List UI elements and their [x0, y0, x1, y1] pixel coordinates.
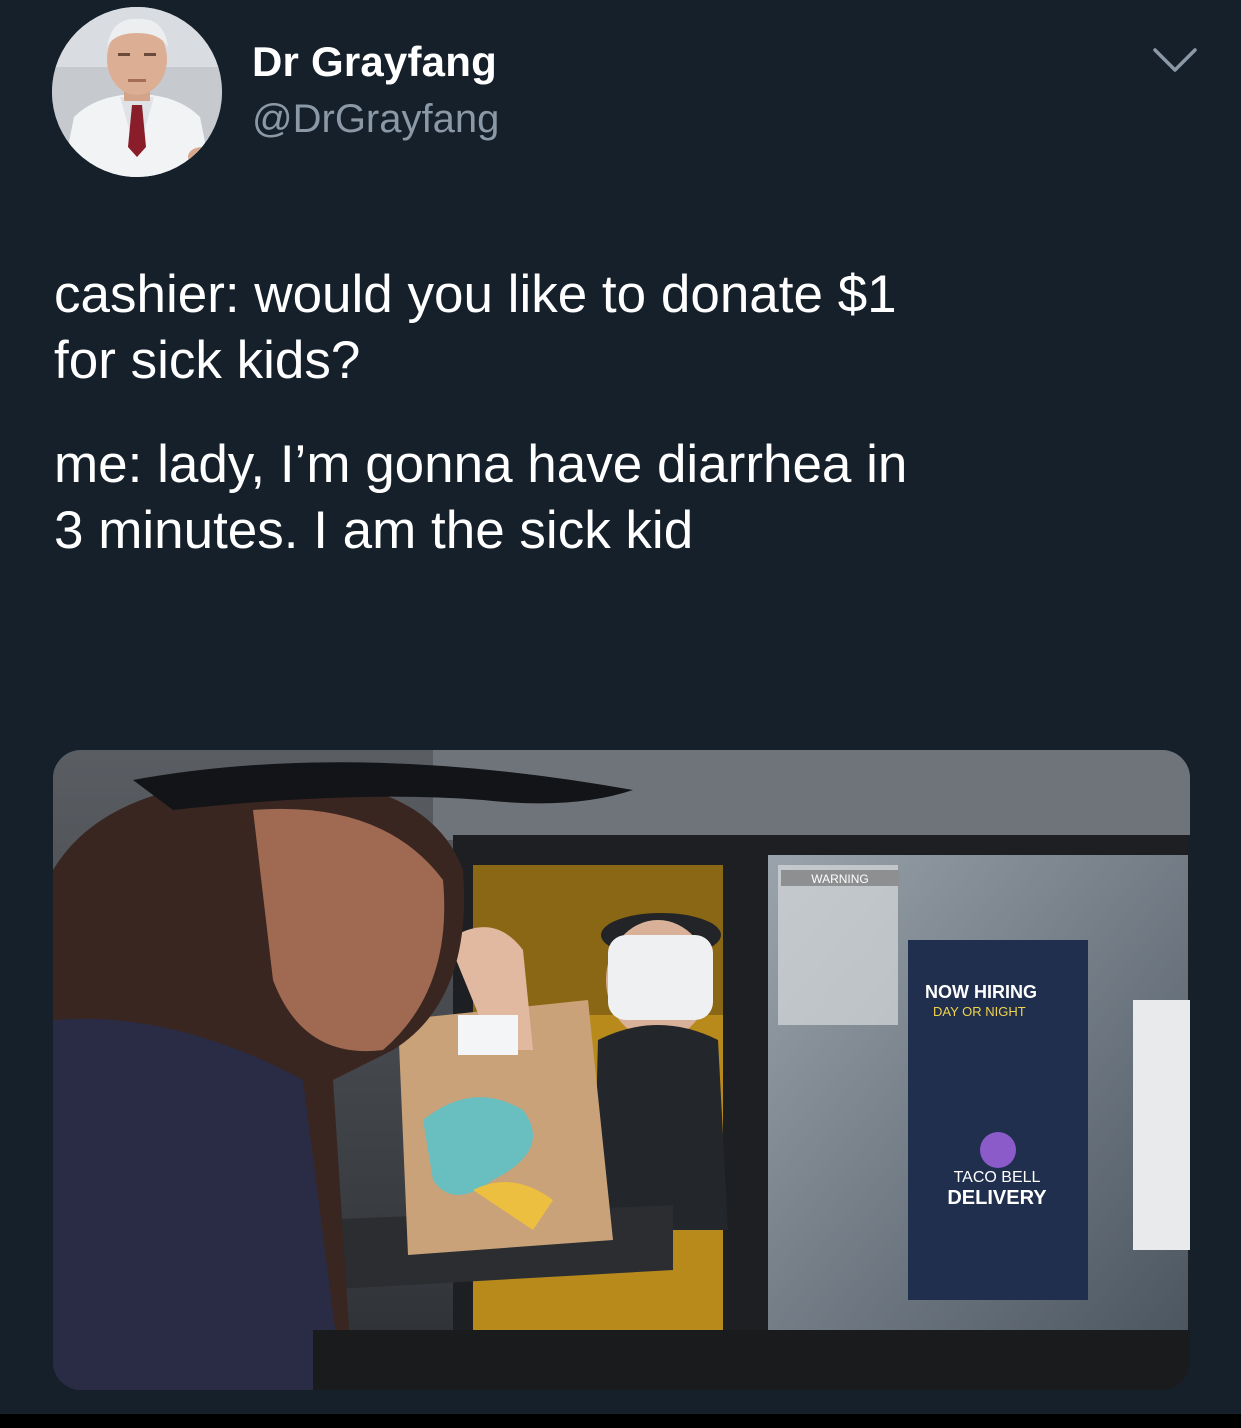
hiring-sign-text: NOW HIRING	[925, 982, 1037, 1002]
tweet-text: cashier: would you like to donate $1 for…	[54, 262, 1194, 564]
day-night-sign-text: DAY OR NIGHT	[933, 1004, 1026, 1019]
tweet-text-paragraph: me: lady, I’m gonna have diarrhea in 3 m…	[54, 435, 908, 560]
bottom-edge	[0, 1414, 1241, 1428]
chevron-down-icon	[1153, 48, 1197, 72]
tweet-text-paragraph: cashier: would you like to donate $1 for…	[54, 265, 897, 390]
author-handle[interactable]: @DrGrayfang	[252, 97, 499, 142]
tweet: Dr Grayfang @DrGrayfang cashier: would y…	[0, 0, 1241, 1428]
warning-sign-text: WARNING	[811, 872, 869, 886]
author-display-name[interactable]: Dr Grayfang	[252, 38, 497, 86]
delivery-sign-text: DELIVERY	[947, 1187, 1047, 1209]
brand-sign-text: TACO BELL	[954, 1169, 1041, 1186]
drive-thru-photo: WARNING NOW HIRING DAY OR NIGHT TACO BEL…	[53, 750, 1190, 1390]
avatar-photo	[52, 7, 222, 177]
tweet-menu-button[interactable]	[1150, 40, 1200, 80]
avatar[interactable]	[52, 7, 222, 177]
tweet-media-photo[interactable]: WARNING NOW HIRING DAY OR NIGHT TACO BEL…	[53, 750, 1190, 1390]
